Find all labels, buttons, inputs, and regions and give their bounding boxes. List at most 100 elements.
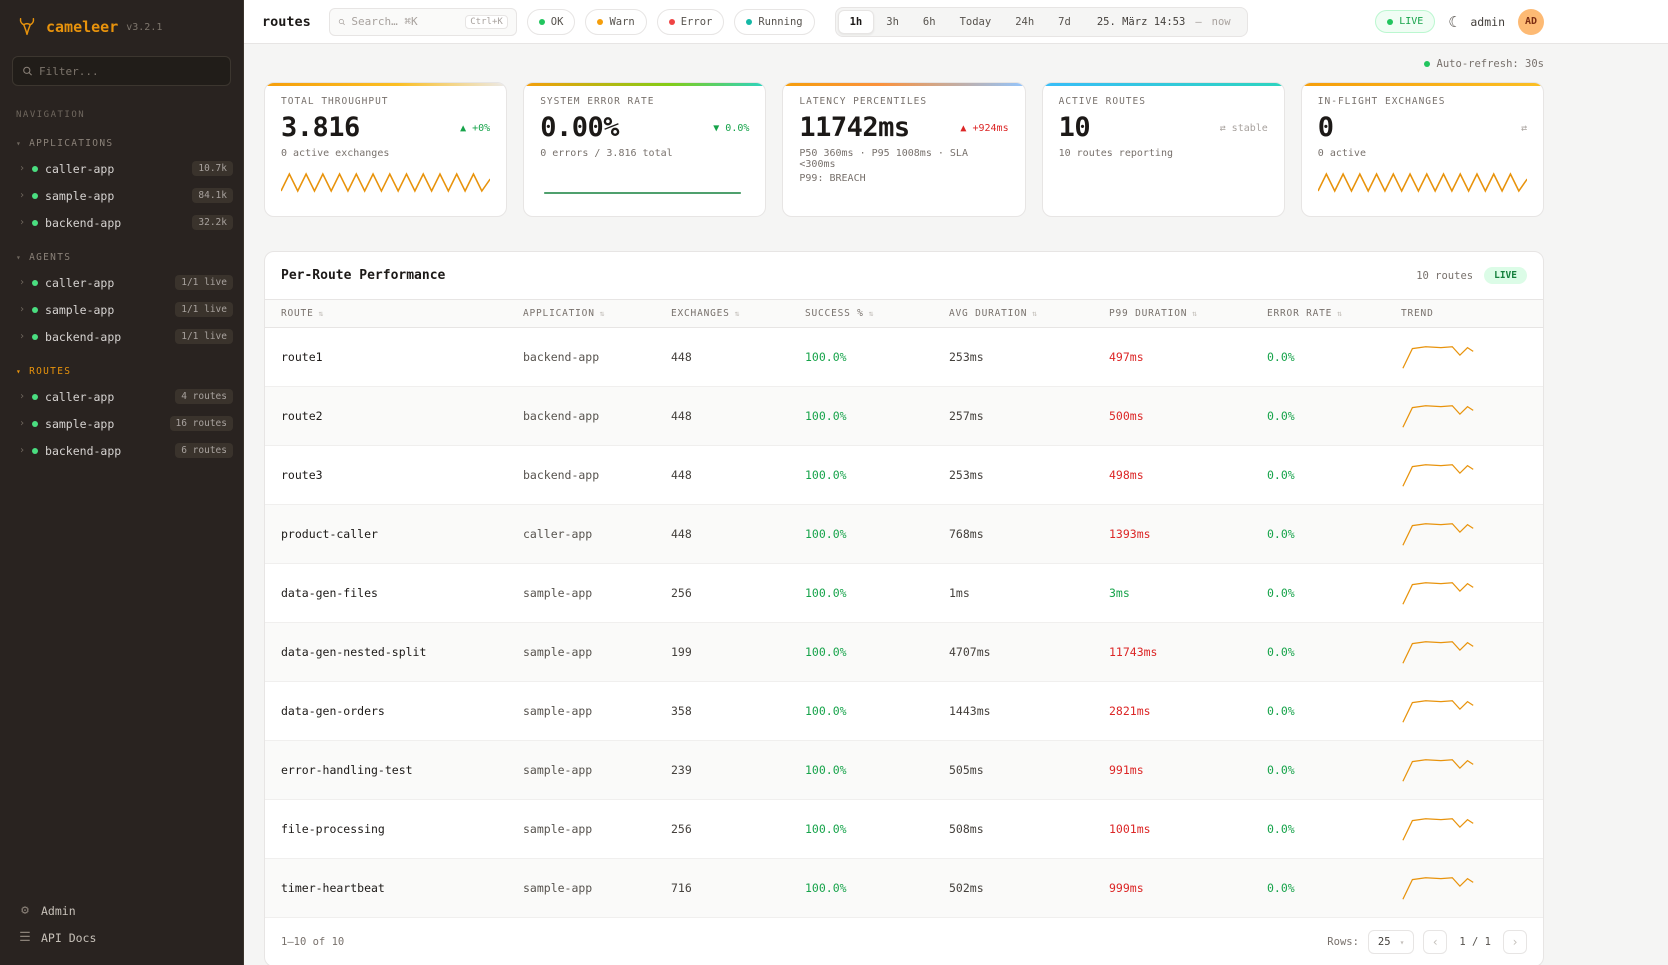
table-row-data-gen-orders[interactable]: data-gen-orders sample-app 358 100.0% 14… [265,682,1543,741]
item-label: caller-app [45,390,168,404]
time-range-6h[interactable]: 6h [911,10,948,34]
card-subtext: 0 active exchanges [281,148,490,159]
cell-p99-duration: 1393ms [1093,512,1251,556]
column-header-exchanges[interactable]: EXCHANGES⇅ [655,300,789,327]
table-row-product-caller[interactable]: product-caller caller-app 448 100.0% 768… [265,505,1543,564]
pagination-controls: Rows: 25 ▾ ‹ 1 / 1 › [1327,930,1527,954]
status-dot [32,280,38,286]
column-header-avg-duration[interactable]: AVG DURATION ⇅ [933,300,1093,327]
cell-route: route3 [265,453,507,497]
column-header-error-rate[interactable]: ERROR RATE⇅ [1251,300,1385,327]
section-label: AGENTS [29,252,71,263]
card-subtext: 0 active [1318,148,1527,159]
cell-p99-duration: 500ms [1093,394,1251,438]
delta-text: 0.0% [725,123,749,134]
filter-pill-error[interactable]: Error [657,9,725,35]
table-row-timer-heartbeat[interactable]: timer-heartbeat sample-app 716 100.0% 50… [265,859,1543,918]
auto-refresh-indicator: Auto-refresh: 30s [264,56,1544,72]
topbar-right: LIVE ☾ admin AD [1375,9,1544,35]
inflight-sparkline [1318,167,1527,199]
trend-sparkline [1401,756,1477,784]
cell-route: route1 [265,335,507,379]
caret-down-icon: ▾ [16,139,22,148]
item-label: sample-app [45,417,162,431]
table-row-route1[interactable]: route1 backend-app 448 100.0% 253ms 497m… [265,328,1543,387]
section-header-routes[interactable]: ▾ ROUTES [0,362,243,383]
time-range-3h[interactable]: 3h [874,10,911,34]
search-input[interactable] [351,15,459,28]
sidebar-item-route-caller-app[interactable]: › caller-app 4 routes [0,383,243,410]
cell-application: sample-app [507,571,655,615]
sidebar-item-agent-caller-app[interactable]: › caller-app 1/1 live [0,269,243,296]
status-dot [32,220,38,226]
pagination-range: 1–10 of 10 [281,936,344,948]
cell-application: backend-app [507,394,655,438]
cell-avg-duration: 502ms [933,866,1093,910]
avatar[interactable]: AD [1518,9,1544,35]
cell-exchanges: 448 [655,512,789,556]
cell-success: 100.0% [789,866,933,910]
cell-route: data-gen-files [265,571,507,615]
live-toggle[interactable]: LIVE [1375,10,1435,33]
cell-avg-duration: 253ms [933,335,1093,379]
sidebar-item-route-backend-app[interactable]: › backend-app 6 routes [0,437,243,464]
table-row-file-processing[interactable]: file-processing sample-app 256 100.0% 50… [265,800,1543,859]
column-header-application[interactable]: APPLICATION⇅ [507,300,655,327]
sidebar-item-route-sample-app[interactable]: › sample-app 16 routes [0,410,243,437]
table-row-route3[interactable]: route3 backend-app 448 100.0% 253ms 498m… [265,446,1543,505]
date-range-display[interactable]: 25. März 14:53 — now [1083,16,1245,28]
column-label: SUCCESS % [805,308,864,319]
section-header-agents[interactable]: ▾ AGENTS [0,248,243,269]
column-label: AVG DURATION [949,308,1027,319]
column-header-route[interactable]: ROUTE⇅ [265,300,507,327]
sidebar-item-app-sample-app[interactable]: › sample-app 84.1k [0,182,243,209]
status-dot [32,193,38,199]
sort-icon: ⇅ [319,309,325,318]
time-range-1h[interactable]: 1h [838,10,875,34]
section-header-applications[interactable]: ▾ APPLICATIONS [0,134,243,155]
cell-exchanges: 448 [655,394,789,438]
cell-avg-duration: 257ms [933,394,1093,438]
search-box[interactable]: Ctrl+K [329,8,517,36]
filter-label: Error [681,16,713,28]
card-value: 3.816 [281,114,360,142]
shortcut-hint: Ctrl+K [465,15,508,29]
sort-icon: ⇅ [1032,309,1038,318]
table-row-error-handling-test[interactable]: error-handling-test sample-app 239 100.0… [265,741,1543,800]
sidebar-item-api-docs[interactable]: ☰ API Docs [18,930,225,945]
next-page-button[interactable]: › [1503,930,1527,954]
sidebar-item-app-caller-app[interactable]: › caller-app 10.7k [0,155,243,182]
column-header-p99-duration[interactable]: P99 DURATION⇅ [1093,300,1251,327]
filter-pill-warn[interactable]: Warn [585,9,646,35]
item-label: caller-app [45,276,168,290]
running-status-dot [746,19,752,25]
sidebar-item-app-backend-app[interactable]: › backend-app 32.2k [0,209,243,236]
filter-pill-ok[interactable]: OK [527,9,576,35]
item-badge: 84.1k [192,188,233,203]
table-row-data-gen-nested-split[interactable]: data-gen-nested-split sample-app 199 100… [265,623,1543,682]
time-range-today[interactable]: Today [948,10,1004,34]
time-range-7d[interactable]: 7d [1046,10,1083,34]
status-dot [32,166,38,172]
cell-exchanges: 239 [655,748,789,792]
sidebar-filter[interactable] [12,56,231,86]
rows-per-page-select[interactable]: 25 ▾ [1368,930,1414,954]
card-value: 0.00% [540,114,619,142]
cell-success: 100.0% [789,630,933,674]
table-row-data-gen-files[interactable]: data-gen-files sample-app 256 100.0% 1ms… [265,564,1543,623]
prev-page-button[interactable]: ‹ [1423,930,1447,954]
cell-p99-duration: 999ms [1093,866,1251,910]
sidebar-item-agent-sample-app[interactable]: › sample-app 1/1 live [0,296,243,323]
panel-header: Per-Route Performance 10 routes LIVE [265,252,1543,299]
cell-success: 100.0% [789,571,933,615]
column-header-success[interactable]: SUCCESS %⇅ [789,300,933,327]
sidebar-filter-input[interactable] [39,65,221,78]
sidebar-item-agent-backend-app[interactable]: › backend-app 1/1 live [0,323,243,350]
time-range-24h[interactable]: 24h [1003,10,1046,34]
sidebar-item-admin[interactable]: ⚙ Admin [18,903,225,918]
filter-pill-running[interactable]: Running [734,9,814,35]
table-body: route1 backend-app 448 100.0% 253ms 497m… [265,328,1543,918]
table-row-route2[interactable]: route2 backend-app 448 100.0% 257ms 500m… [265,387,1543,446]
dark-mode-toggle[interactable]: ☾ [1448,13,1457,31]
card-delta: ▲ +0% [460,123,490,134]
